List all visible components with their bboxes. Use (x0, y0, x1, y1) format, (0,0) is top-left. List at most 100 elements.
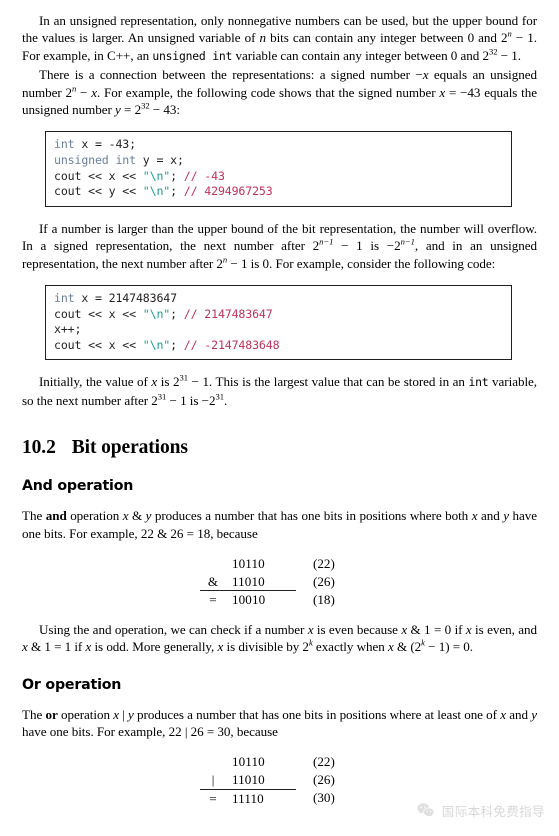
p3-seg2: − 1 is −2 (333, 238, 401, 254)
p4-exp-31-a: 31 (179, 373, 188, 384)
p6-seg6: is odd. More generally, (91, 639, 218, 655)
subsection-and-operation: And operation (22, 478, 134, 495)
p4-seg1: Initially, the value of (39, 374, 152, 390)
and-row-0-bits: 10110 (232, 556, 265, 572)
code-plain: cout << x << (54, 168, 143, 183)
p4-seg2: is 2 (157, 374, 180, 390)
p7-seg6: have one bits. For example, 22 | 26 = 30… (22, 724, 278, 740)
p5-seg3: & (128, 508, 146, 524)
p7-bold-or: or (45, 706, 58, 722)
page-content: In an unsigned representation, only nonn… (22, 12, 537, 808)
table-row: 10110 (22) (200, 555, 359, 573)
code-line: int x = -43; (54, 137, 503, 153)
or-row-2-dec: (30) (313, 790, 335, 806)
paragraph-and-operation: The and operation x & y produces a numbe… (22, 507, 537, 542)
table-row: & 11010 (26) (200, 573, 359, 591)
or-row-1-op: | (211, 772, 215, 788)
p6-seg1: Using the and operation, we can check if… (39, 621, 308, 637)
code-plain2: ; (170, 168, 184, 183)
table-row: 10110 (22) (200, 753, 359, 771)
or-row-0-op (200, 753, 232, 771)
p7-var-y2: y (531, 706, 537, 722)
code-plain2: ; (170, 306, 184, 321)
page-title: 10.2 Bit operations (22, 437, 537, 459)
code-comment: // 4294967253 (183, 184, 273, 199)
paragraph-initially-value: Initially, the value of x is 231 − 1. Th… (22, 373, 537, 409)
code-plain: x = -43; (74, 137, 136, 152)
p5-seg4: produces a number that has one bits in p… (151, 508, 472, 524)
p6-seg3: & 1 = 0 if (407, 621, 466, 637)
paragraph-even-odd-divisibility: Using the and operation, we can check if… (22, 621, 537, 656)
table-row: = 10010 (18) (200, 590, 359, 609)
p6-seg4: is even, and (471, 621, 537, 637)
or-row-0-dec: (22) (313, 754, 335, 770)
code-line: cout << x << "\n"; // 2147483647 (54, 307, 503, 323)
p3-exp-nm1-b: n−1 (400, 236, 415, 247)
section-title: Bit operations (71, 437, 188, 459)
code-block-signed-unsigned: int x = -43; unsigned int y = x; cout <<… (45, 131, 512, 207)
p7-seg2: operation (57, 706, 114, 722)
and-row-2-op: = (200, 590, 232, 609)
p4-code-int: int (468, 375, 489, 390)
code-plain: x = 2147483647 (74, 291, 177, 306)
code-keyword: int (54, 291, 75, 306)
p3-exp-nm1-a: n−1 (319, 236, 334, 247)
p5-seg2: operation (66, 508, 123, 524)
code-keyword: unsigned int (54, 153, 136, 168)
p4-seg3: − 1. This is the largest value that can … (187, 374, 469, 390)
p3-seg4: − 1 is 0. For example, consider the foll… (227, 255, 496, 271)
p4-seg6: . (223, 392, 228, 408)
and-row-1-bits: 11010 (232, 573, 265, 589)
code-plain2: ; (170, 184, 184, 199)
or-row-0-bits: 10110 (232, 754, 265, 770)
watermark: 国际本科免费指导 (416, 801, 545, 820)
p1-seg2: bits can contain any integer between 0 a… (265, 30, 508, 46)
code-comment: // -43 (183, 168, 225, 183)
p2-exp-32: 32 (141, 100, 150, 111)
p2-seg3: − (76, 84, 92, 100)
or-row-1-bits: 11010 (232, 772, 265, 788)
code-line: unsigned int y = x; (54, 153, 503, 169)
p6-seg9: & (2 (393, 639, 422, 655)
paragraph-unsigned-representation: In an unsigned representation, only nonn… (22, 12, 537, 65)
p7-seg5: and (506, 706, 532, 722)
p1-seg5: − 1. (497, 47, 522, 63)
p4-exp-31-b: 31 (157, 391, 167, 402)
code-plain: x++; (54, 322, 82, 337)
and-row-1-op: & (207, 573, 219, 589)
code-plain: y = x; (135, 153, 184, 168)
code-string: "\n" (142, 184, 171, 199)
p6-seg2: is even because (313, 621, 402, 637)
paragraph-connection-representations: There is a connection between the repres… (22, 66, 537, 118)
p6-seg5: & 1 = 1 if (27, 639, 86, 655)
and-row-2-dec: (18) (313, 591, 335, 607)
table-row: | 11010 (26) (200, 771, 359, 789)
p1-exp-32: 32 (489, 46, 498, 57)
or-row-2-op: = (200, 788, 232, 808)
p5-seg5: and (477, 508, 504, 524)
and-row-0-op (200, 555, 232, 573)
and-row-1-dec: (26) (313, 573, 335, 589)
code-comment: // -2147483648 (183, 337, 280, 352)
section-number: 10.2 (22, 437, 56, 459)
p7-seg3: | (118, 706, 129, 722)
code-plain2: ; (170, 337, 184, 352)
p6-seg10: − 1) = 0. (424, 639, 474, 655)
or-row-2-bits: 11110 (232, 788, 296, 808)
and-operation-calculation: 10110 (22) & 11010 (26) = 10010 (18) (22, 555, 537, 609)
p1-seg4: variable can contain any integer between… (232, 47, 489, 63)
p4-seg5: − 1 is −2 (166, 392, 216, 408)
code-block-overflow: int x = 2147483647 cout << x << "\n"; //… (45, 285, 512, 361)
code-comment: // 2147483647 (183, 306, 273, 321)
code-line: cout << x << "\n"; // -2147483648 (54, 338, 503, 354)
and-row-0-dec: (22) (313, 556, 335, 572)
code-plain: cout << x << (54, 337, 143, 352)
p4-exp-31-c: 31 (215, 391, 224, 402)
p2-seg6: = 2 (120, 102, 142, 118)
subsection-or-operation: Or operation (22, 676, 122, 693)
p2-seg4: . For example, the following code shows … (96, 84, 440, 100)
p2-seg1: There is a connection between the repres… (39, 67, 423, 83)
p7-seg4: produces a number that has one bits in p… (133, 706, 501, 722)
document-page: In an unsigned representation, only nonn… (0, 0, 559, 836)
paragraph-overflow: If a number is larger than the upper bou… (22, 220, 537, 272)
